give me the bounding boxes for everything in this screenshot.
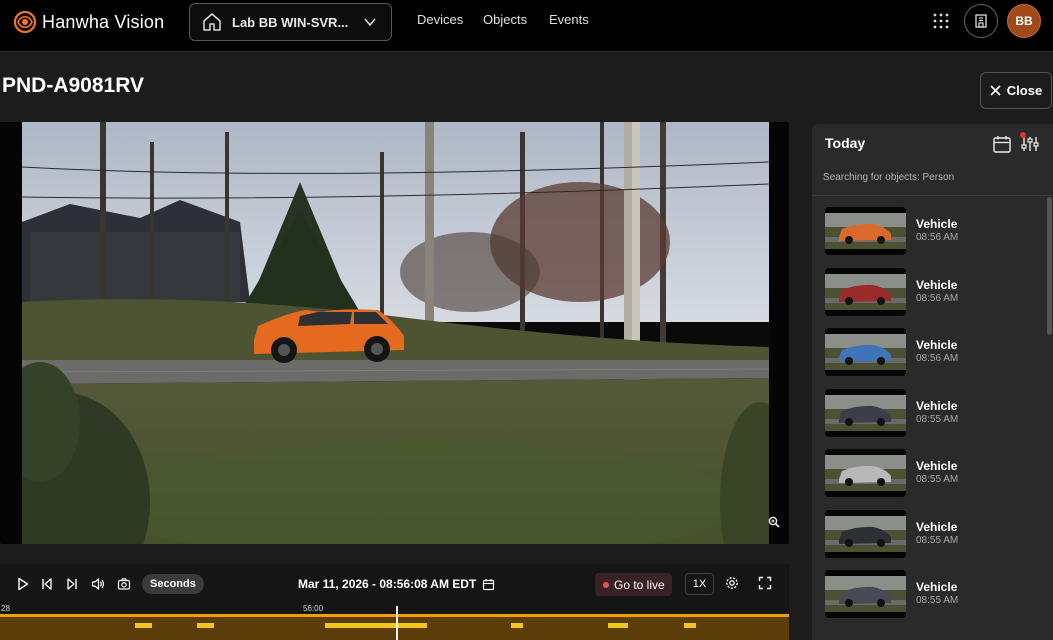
- event-time: 08:56 AM: [916, 353, 959, 364]
- home-icon: [203, 13, 221, 31]
- scrollbar[interactable]: [1047, 197, 1052, 335]
- camera-feed-image: [0, 122, 789, 544]
- go-to-live-label: Go to live: [614, 577, 665, 592]
- event-type: Vehicle: [916, 399, 958, 413]
- calendar-icon[interactable]: [992, 134, 1012, 154]
- event-type: Vehicle: [916, 338, 958, 352]
- timeline-event-segment[interactable]: [511, 623, 523, 628]
- playback-datetime[interactable]: Mar 11, 2026 - 08:56:08 AM EDT: [298, 577, 495, 591]
- settings-gear-icon[interactable]: [725, 576, 739, 590]
- nav-events[interactable]: Events: [549, 12, 589, 27]
- brand-name: Hanwha Vision: [42, 11, 165, 32]
- site-selector[interactable]: Lab BB WIN-SVR...: [189, 3, 392, 41]
- timeline-event-segment[interactable]: [684, 623, 696, 628]
- event-list-item[interactable]: Vehicle 08:55 AM: [825, 510, 1040, 558]
- playback-speed-button[interactable]: 1X: [685, 573, 714, 595]
- event-time: 08:55 AM: [916, 414, 959, 425]
- event-time: 08:55 AM: [916, 595, 959, 606]
- timeline-recording-bar: [0, 614, 789, 617]
- volume-icon[interactable]: [91, 577, 105, 591]
- event-type: Vehicle: [916, 278, 958, 292]
- user-avatar[interactable]: BB: [1007, 4, 1041, 38]
- event-time: 08:56 AM: [916, 293, 959, 304]
- event-time: 08:55 AM: [916, 535, 959, 546]
- timeline-event-segment[interactable]: [135, 623, 152, 628]
- event-type: Vehicle: [916, 217, 958, 231]
- fullscreen-icon[interactable]: [758, 576, 772, 590]
- timeline-playhead[interactable]: [396, 606, 398, 640]
- chevron-down-icon: [364, 18, 376, 27]
- timeline-tick-label: 56:00: [303, 604, 324, 613]
- site-building-button[interactable]: [964, 4, 998, 38]
- event-type: Vehicle: [916, 580, 958, 594]
- step-unit-toggle[interactable]: Seconds: [142, 574, 204, 594]
- snapshot-camera-icon[interactable]: [117, 577, 131, 591]
- timeline-event-segment[interactable]: [197, 623, 214, 628]
- event-type: Vehicle: [916, 520, 958, 534]
- timeline-event-segment[interactable]: [325, 623, 427, 628]
- playback-controls: Seconds Mar 11, 2026 - 08:56:08 AM EDT G…: [0, 564, 789, 604]
- timeline-tick-label: 28: [1, 604, 10, 613]
- event-list-item[interactable]: Vehicle 08:55 AM: [825, 570, 1040, 618]
- timeline-event-segment[interactable]: [608, 623, 628, 628]
- camera-title: PND-A9081RV: [2, 74, 145, 97]
- event-thumbnail: [825, 328, 906, 376]
- brand-logo[interactable]: Hanwha Vision: [12, 9, 164, 35]
- divider: [812, 195, 1053, 196]
- close-button-label: Close: [1006, 83, 1043, 98]
- event-list-item[interactable]: Vehicle 08:56 AM: [825, 268, 1040, 316]
- filter-active-badge: [1020, 132, 1026, 138]
- close-icon: [990, 85, 1001, 96]
- nav-devices[interactable]: Devices: [417, 12, 463, 27]
- event-thumbnail: [825, 449, 906, 497]
- zoom-icon[interactable]: [768, 516, 780, 528]
- event-thumbnail: [825, 207, 906, 255]
- event-list-item[interactable]: Vehicle 08:56 AM: [825, 328, 1040, 376]
- hanwha-logo-icon: [13, 10, 37, 34]
- playback-datetime-text: Mar 11, 2026 - 08:56:08 AM EDT: [298, 577, 477, 591]
- event-thumbnail: [825, 389, 906, 437]
- event-thumbnail: [825, 510, 906, 558]
- event-time: 08:55 AM: [916, 474, 959, 485]
- building-icon: [975, 14, 987, 28]
- event-list-item[interactable]: Vehicle 08:55 AM: [825, 389, 1040, 437]
- close-button[interactable]: Close: [980, 72, 1052, 109]
- live-indicator-dot: [603, 581, 609, 588]
- top-bar: Hanwha Vision Lab BB WIN-SVR... Devices …: [0, 0, 1053, 52]
- skip-back-icon[interactable]: [41, 577, 53, 591]
- event-list-item[interactable]: Vehicle 08:55 AM: [825, 449, 1040, 497]
- search-status: Searching for objects: Person: [823, 172, 955, 183]
- event-type: Vehicle: [916, 459, 958, 473]
- event-time: 08:56 AM: [916, 232, 959, 243]
- events-panel-title: Today: [825, 135, 866, 151]
- events-panel: Today Searching for objects: Person Vehi…: [812, 124, 1053, 640]
- event-thumbnail: [825, 570, 906, 618]
- site-selector-label: Lab BB WIN-SVR...: [232, 14, 349, 30]
- play-icon[interactable]: [17, 577, 29, 591]
- calendar-icon: [483, 578, 495, 590]
- timeline[interactable]: 28 56:00: [0, 604, 789, 640]
- event-thumbnail: [825, 268, 906, 316]
- events-panel-header: Today: [812, 124, 1053, 162]
- video-player[interactable]: [0, 122, 789, 544]
- event-list-item[interactable]: Vehicle 08:56 AM: [825, 207, 1040, 255]
- apps-grid-icon[interactable]: [932, 12, 950, 30]
- nav-objects[interactable]: Objects: [483, 12, 527, 27]
- skip-forward-icon[interactable]: [66, 577, 78, 591]
- go-to-live-button[interactable]: Go to live: [595, 573, 672, 596]
